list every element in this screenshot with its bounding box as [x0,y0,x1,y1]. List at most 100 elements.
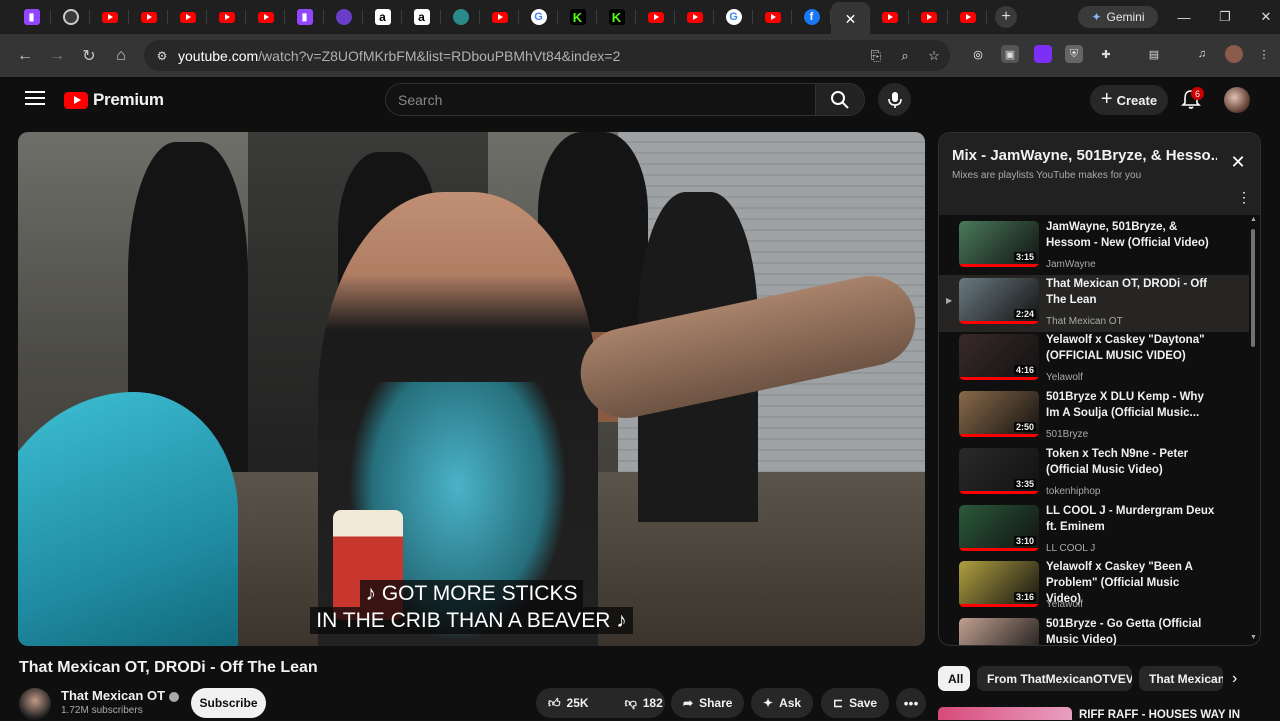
browser-tab[interactable]: K [558,0,597,34]
browser-tab[interactable] [870,0,909,34]
browser-tab[interactable] [168,0,207,34]
browser-tab[interactable] [51,0,90,34]
more-actions-button[interactable]: ••• [896,688,926,718]
playlist-item-channel: 501Bryze [1046,429,1089,441]
share-button[interactable]: ➦ Share [671,688,744,718]
reload-button[interactable]: ↻ [73,40,105,72]
playlist-item[interactable]: 3:10 LL COOL J - Murdergram Deux ft. Emin… [939,502,1249,559]
browser-tab[interactable]: ▮ [285,0,324,34]
browser-tab[interactable] [675,0,714,34]
browser-tab[interactable] [636,0,675,34]
video-thumbnail[interactable]: 4:16 [959,334,1039,381]
playlist-item[interactable]: 2:50 501Bryze X DLU Kemp - Why Im A Soulj… [939,388,1249,445]
forward-button[interactable]: → [41,40,73,72]
ask-button[interactable]: ✦ Ask [751,688,813,718]
scroll-up-arrow[interactable]: ▲ [1250,216,1257,223]
google-icon: G [530,9,547,25]
browser-tab[interactable]: K [597,0,636,34]
playlist-item-channel: tokenhiphop [1046,485,1101,497]
playlist-menu-icon[interactable]: ⋮ [1237,189,1251,206]
playlist-item-current[interactable]: ▶ 2:24 That Mexican OT, DRODi - Off The Le… [939,274,1249,332]
browser-tab[interactable] [324,0,363,34]
bookmark-star-icon[interactable]: ☆ [924,46,944,66]
minimize-button[interactable]: — [1169,6,1199,28]
video-thumbnail[interactable]: 3:10 [959,504,1039,551]
new-tab-button[interactable]: + [995,6,1017,28]
save-button[interactable]: ⊏ Save [821,688,889,718]
extension-shield-icon[interactable]: ⛨ [1065,45,1083,63]
search-button[interactable] [815,83,865,116]
browser-tab[interactable] [948,0,987,34]
browser-tab[interactable] [90,0,129,34]
video-thumbnail[interactable] [959,617,1039,645]
extensions-puzzle-icon[interactable]: ✚ [1097,45,1115,63]
browser-tab[interactable]: G [519,0,558,34]
chevron-right-icon[interactable]: › [1232,670,1237,688]
browser-tab[interactable] [207,0,246,34]
browser-tab[interactable] [909,0,948,34]
browser-tab[interactable] [246,0,285,34]
extension-robot-icon[interactable]: ▣ [1001,45,1019,63]
chip-from-channel[interactable]: From ThatMexicanOTVEVO [977,666,1132,691]
home-button[interactable]: ⌂ [105,40,137,72]
browser-tab[interactable]: f [792,0,831,34]
browser-tab[interactable] [753,0,792,34]
playlist-item[interactable]: 3:15 JamWayne, 501Bryze, & Hessom - New (… [939,218,1249,275]
video-thumbnail[interactable]: 3:16 [959,561,1039,608]
zoom-icon[interactable]: ⌕ [895,46,915,66]
side-panel-icon[interactable]: ▤ [1145,45,1163,63]
youtube-icon [959,11,976,23]
youtube-header: Premium Search + Create 6 [0,77,1280,123]
scroll-down-arrow[interactable]: ▼ [1250,634,1257,641]
video-player[interactable]: ♪ GOT MORE STICKS IN THE CRIB THAN A BEA… [18,132,925,646]
extension-glasses-icon[interactable]: ◎ [969,45,987,63]
browser-tab[interactable]: ▮ [12,0,51,34]
tab-close-icon[interactable]: ✕ [845,11,857,28]
channel-name[interactable]: That Mexican OT [61,688,180,703]
search-input[interactable]: Search [385,83,815,116]
video-thumbnail[interactable]: 2:24 [959,277,1039,324]
recommended-video-title[interactable]: RIFF RAFF - HOUSES WAY IN [1079,709,1240,721]
video-thumbnail[interactable]: 3:15 [959,221,1039,267]
video-thumbnail[interactable]: 3:35 [959,447,1039,494]
video-thumbnail[interactable]: 2:50 [959,391,1039,438]
site-info-icon[interactable]: ⚙ [148,49,176,63]
browser-tab[interactable] [129,0,168,34]
address-bar[interactable]: ⚙ youtube.com/watch?v=Z8UOfMKrbFM&list=R… [144,40,950,71]
playlist-title[interactable]: Mix - JamWayne, 501Bryze, & Hesso... [952,147,1217,164]
playlist-item[interactable]: 4:16 Yelawolf x Caskey "Daytona" (OFFICIA… [939,331,1249,388]
dislike-button[interactable]: 👎︎ 182 [613,688,675,718]
subscribe-button[interactable]: Subscribe [191,688,266,718]
back-button[interactable]: ← [9,40,41,72]
playlist-item[interactable]: 3:35 Token x Tech N9ne - Peter (Official … [939,445,1249,502]
voice-search-button[interactable] [878,83,911,116]
browser-tab[interactable]: a [402,0,441,34]
browser-tab[interactable]: G [714,0,753,34]
account-avatar[interactable] [1224,87,1250,113]
extension-purple-icon[interactable] [1034,45,1052,63]
recommended-video-thumbnail[interactable] [938,707,1072,720]
maximize-button[interactable]: ❐ [1210,6,1240,28]
chip-related[interactable]: That Mexican [1139,666,1223,691]
media-control-icon[interactable]: ♫ [1193,45,1211,63]
chrome-menu-icon[interactable]: ⋮ [1255,45,1273,63]
like-button[interactable]: 👍︎ 25K [536,688,601,718]
install-app-icon[interactable]: ⎘ [866,46,886,66]
close-icon[interactable]: ✕ [1229,153,1247,171]
chip-all[interactable]: All [938,666,970,691]
youtube-logo-icon [64,91,88,109]
browser-tab[interactable] [480,0,519,34]
playlist-item[interactable]: 3:16 Yelawolf x Caskey "Been A Problem" (… [939,558,1249,615]
guide-menu-icon[interactable] [25,88,45,108]
create-button[interactable]: + Create [1090,85,1168,115]
playlist-scrollbar[interactable] [1251,229,1255,347]
active-browser-tab[interactable]: ✕ [831,2,870,36]
close-window-button[interactable]: ✕ [1251,6,1280,28]
browser-tab[interactable] [441,0,480,34]
profile-avatar[interactable] [1225,45,1243,63]
gemini-button[interactable]: ✦ Gemini [1078,6,1158,28]
youtube-premium-logo[interactable]: Premium [64,90,164,110]
channel-avatar[interactable] [19,688,51,720]
browser-tab[interactable]: a [363,0,402,34]
playlist-item[interactable]: 501Bryze - Go Getta (Official Music Vide… [939,615,1249,645]
